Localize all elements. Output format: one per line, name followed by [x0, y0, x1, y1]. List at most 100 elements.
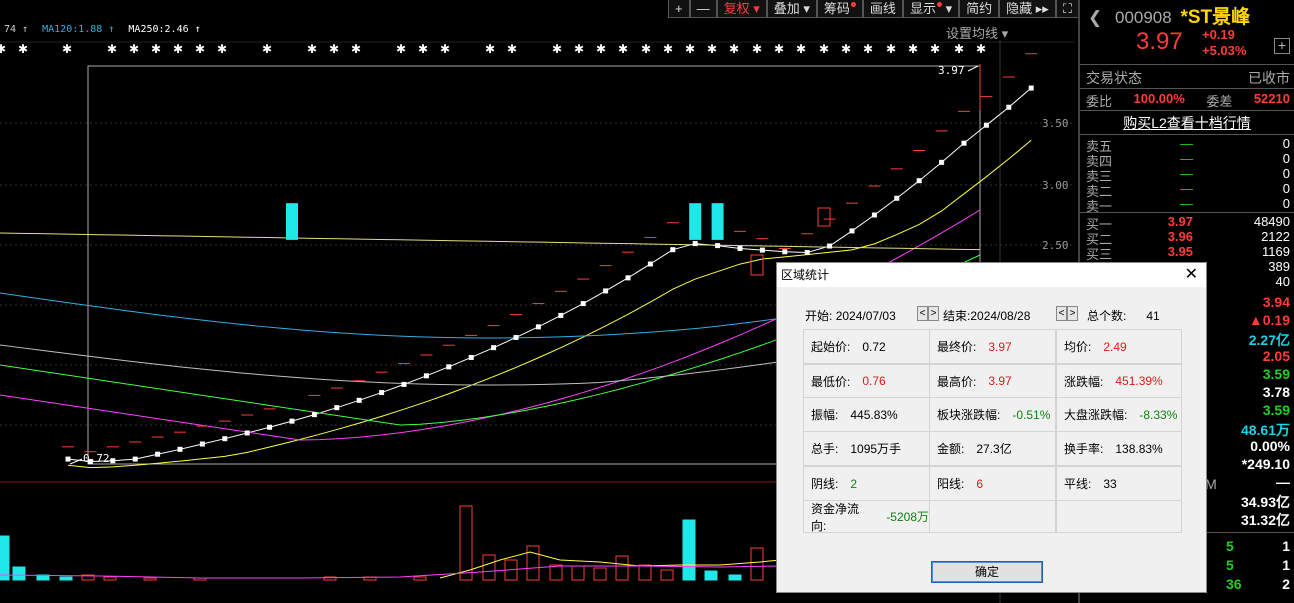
volume-bar: [593, 567, 607, 581]
ma5-point: [1028, 85, 1034, 91]
stat-cell-label: 板块涨跌幅:: [937, 408, 1001, 422]
setup-ma-button[interactable]: 设置均线 ▾: [946, 23, 1008, 42]
stock-name: *ST景峰: [1180, 7, 1251, 28]
star-marker: ✱: [62, 42, 72, 56]
stock-header: ❮ 000908 *ST景峰: [1088, 2, 1250, 29]
star-marker: ✱: [507, 42, 517, 56]
fuquan-button[interactable]: 复权 ▾: [716, 0, 767, 18]
star-marker: ✱: [195, 42, 205, 56]
ma5-point: [916, 178, 922, 184]
ma5-point: [267, 424, 273, 430]
zoom-in-button[interactable]: +: [668, 0, 690, 18]
ma5-point: [939, 159, 945, 165]
bottom-b: 1: [1282, 557, 1290, 573]
stat-cell: 大盘涨跌幅: -8.33%: [1056, 397, 1182, 432]
ma5-point: [1006, 104, 1012, 110]
stat-cell-value: 3.97: [988, 374, 1012, 388]
start-next-button[interactable]: >: [928, 306, 939, 322]
stat-cell: 换手率: 138.83%: [1056, 431, 1182, 466]
end-prev-button[interactable]: <: [1056, 306, 1067, 322]
star-marker: ✱: [841, 42, 851, 56]
ma5-point: [603, 288, 609, 294]
ok-button[interactable]: 确定: [931, 561, 1043, 583]
stat-cell: 涨跌幅: 451.39%: [1056, 364, 1182, 398]
ma5-point: [491, 345, 497, 351]
stat-cell-value: 2.49: [1103, 339, 1127, 354]
bottom-a: 36: [1226, 576, 1242, 592]
volume-bar: [660, 569, 674, 581]
stat-value: 34.93亿: [1240, 494, 1290, 510]
stat-cell-value: -0.51%: [1012, 407, 1051, 422]
l2-link[interactable]: 购买L2查看十档行情: [1080, 113, 1294, 133]
star-marker: ✱: [596, 42, 606, 56]
yincang-button[interactable]: 隐藏 ▸▸: [999, 0, 1056, 18]
fullscreen-icon[interactable]: ⛶: [1055, 0, 1079, 18]
stat-cell-value: 0.72: [862, 339, 886, 354]
add-watchlist-button[interactable]: +: [1274, 38, 1290, 54]
ma5-point: [535, 324, 541, 330]
axis-label: 3.00: [1042, 179, 1069, 192]
huaxian-button[interactable]: 画线: [862, 0, 903, 18]
notify-dot: [936, 2, 942, 7]
stat-value: —: [1276, 474, 1290, 490]
bottom-a: 5: [1226, 538, 1234, 554]
stat-cell-value: 6: [976, 476, 984, 491]
volume-bar: [615, 555, 629, 581]
stat-cell-label: 最高价:: [937, 374, 977, 389]
close-icon[interactable]: ✕: [1185, 263, 1198, 287]
star-marker: ✱: [485, 42, 495, 56]
ma5-point: [759, 247, 765, 253]
jianyue-button[interactable]: 简约: [959, 0, 1000, 18]
star-marker: ✱: [552, 42, 562, 56]
ma5-point: [423, 373, 429, 379]
star-marker: ✱: [774, 42, 784, 56]
arrow-left-icon[interactable]: ❮: [1088, 8, 1102, 27]
ma5-point: [222, 436, 228, 442]
ma5-point: [737, 245, 743, 251]
chouma-button[interactable]: 筹码: [816, 0, 863, 18]
zoom-out-button[interactable]: —: [689, 0, 717, 18]
ma5-point: [871, 212, 877, 218]
stat-value: 0.00%: [1250, 438, 1290, 454]
star-marker: ✱: [262, 42, 272, 56]
candle: [711, 203, 724, 240]
end-stepper: < >: [1056, 306, 1078, 322]
candle: [750, 254, 764, 276]
xianshi-button[interactable]: 显示 ▾: [902, 0, 960, 18]
ma5-point: [625, 275, 631, 281]
candle: [689, 203, 702, 240]
ma-yellow-flat-line: [0, 232, 981, 251]
weicha-label: 委差: [1206, 94, 1233, 109]
end-next-button[interactable]: >: [1067, 306, 1078, 322]
star-marker: ✱: [0, 42, 6, 56]
ma5-point: [513, 334, 519, 340]
ma5-point: [244, 430, 250, 436]
ma5-point: [65, 456, 71, 462]
price-change-block: +0.19 +5.03%: [1202, 27, 1246, 59]
star-marker: ✱: [886, 42, 896, 56]
star-marker: ✱: [440, 42, 450, 56]
diejia-button[interactable]: 叠加 ▾: [766, 0, 817, 18]
ma5-point: [983, 122, 989, 128]
stat-cell: 板块涨跌幅: -0.51%: [929, 397, 1056, 432]
price-change-pct: +5.03%: [1202, 43, 1247, 58]
stat-cell: 最低价: 0.76: [803, 364, 930, 398]
empty-cell: [1056, 500, 1182, 533]
stat-cell-value: 1095万手: [850, 442, 902, 456]
star-marker: ✱: [641, 42, 651, 56]
bid-volume: 40: [1275, 274, 1290, 289]
star-marker: ✱: [863, 42, 873, 56]
star-marker: ✱: [707, 42, 717, 56]
stat-cell: 最高价: 3.97: [929, 364, 1056, 398]
stat-cell-value: 138.83%: [1115, 441, 1163, 456]
star-marker: ✱: [819, 42, 829, 56]
star-marker: ✱: [930, 42, 940, 56]
start-prev-button[interactable]: <: [917, 306, 928, 322]
ma5-point: [334, 405, 340, 411]
stat-cell: 资金净流向: -5208万: [803, 500, 930, 533]
start-field: 开始: 2024/07/03: [805, 309, 896, 323]
ma250-legend: MA250:2.46 ↑: [128, 24, 201, 35]
star-marker: ✱: [796, 42, 806, 56]
star-marker: ✱: [729, 42, 739, 56]
stat-cell-label: 总手:: [811, 442, 839, 456]
